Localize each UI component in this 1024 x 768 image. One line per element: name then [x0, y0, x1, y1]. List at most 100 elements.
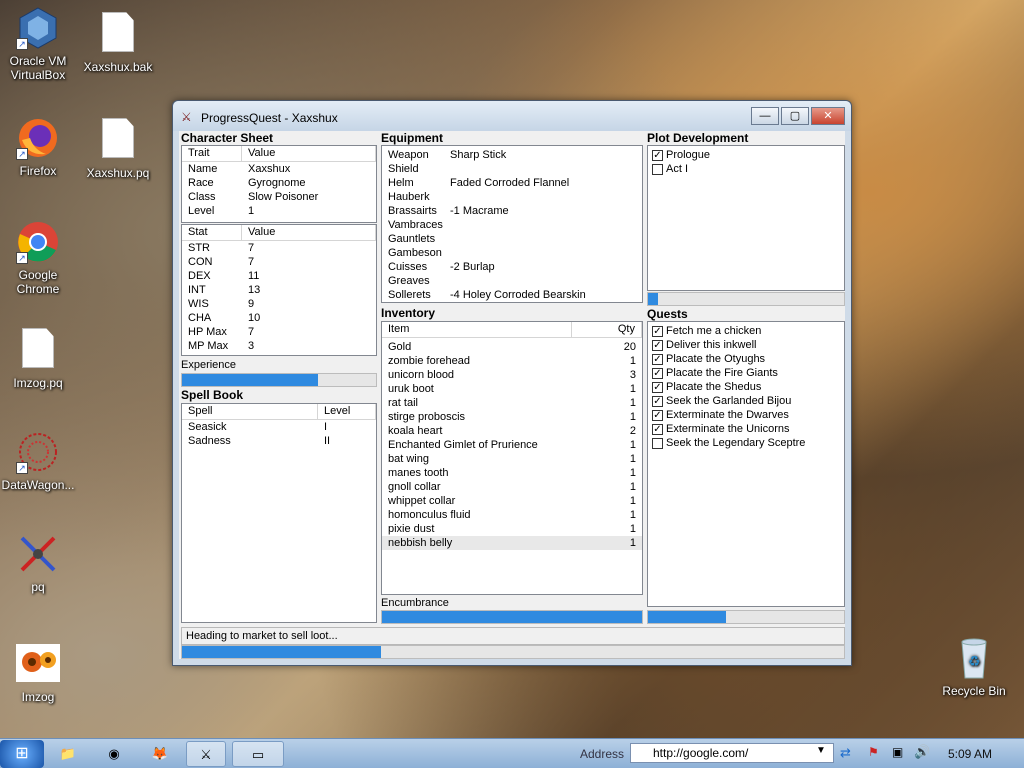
stat-row[interactable]: CON 7: [182, 255, 376, 269]
inventory-row[interactable]: pixie dust 1: [382, 522, 642, 536]
checkbox[interactable]: ✓: [652, 395, 663, 407]
inventory-row[interactable]: stirge proboscis 1: [382, 410, 642, 424]
firefox-taskbar-icon[interactable]: 🦊: [140, 741, 180, 767]
quest-row[interactable]: ✓ Placate the Fire Giants: [648, 366, 844, 380]
checkbox[interactable]: ✓: [652, 353, 663, 365]
desktop-icon-imzog[interactable]: Imzog: [0, 642, 76, 704]
checkbox[interactable]: ✓: [652, 149, 663, 161]
inventory-row[interactable]: unicorn blood 3: [382, 368, 642, 382]
equipment-row[interactable]: Brassairts -1 Macrame: [382, 204, 642, 218]
checkbox[interactable]: ✓: [652, 423, 663, 435]
spell-row[interactable]: Seasick I: [182, 420, 376, 434]
terminal-taskbar-icon[interactable]: ▭: [232, 741, 284, 767]
desktop-icon-virtualbox[interactable]: ↗ Oracle VM VirtualBox: [0, 6, 76, 82]
network-icon[interactable]: ▣: [892, 745, 903, 759]
equipment-row[interactable]: Greaves: [382, 274, 642, 288]
trait-row[interactable]: Class Slow Poisoner: [182, 190, 376, 204]
inventory-row[interactable]: whippet collar 1: [382, 494, 642, 508]
checkbox[interactable]: ✓: [652, 409, 663, 421]
equipment-row[interactable]: Shield: [382, 162, 642, 176]
quest-row[interactable]: ✓ Exterminate the Dwarves: [648, 408, 844, 422]
plot-act-row[interactable]: Act I: [648, 162, 844, 176]
column-header-value[interactable]: Value: [242, 225, 376, 240]
column-header-trait[interactable]: Trait: [182, 146, 242, 161]
traits-list[interactable]: Trait Value Name Xaxshux Race Gyrognome Clas…: [181, 145, 377, 223]
column-header-level[interactable]: Level: [318, 404, 376, 419]
inventory-row[interactable]: Gold 20: [382, 340, 642, 354]
start-button[interactable]: ⊞: [0, 740, 44, 768]
chrome-taskbar-icon[interactable]: ◉: [94, 741, 134, 767]
equipment-row[interactable]: Sollerets -4 Holey Corroded Bearskin: [382, 288, 642, 302]
refresh-icon[interactable]: ⇄: [840, 745, 851, 761]
stat-row[interactable]: MP Max 3: [182, 339, 376, 353]
inventory-row[interactable]: manes tooth 1: [382, 466, 642, 480]
quest-row[interactable]: ✓ Deliver this inkwell: [648, 338, 844, 352]
inventory-row[interactable]: gnoll collar 1: [382, 480, 642, 494]
plot-act-row[interactable]: ✓ Prologue: [648, 148, 844, 162]
minimize-button[interactable]: —: [751, 107, 779, 125]
inventory-row[interactable]: koala heart 2: [382, 424, 642, 438]
file-explorer-icon[interactable]: 📁: [48, 741, 88, 767]
column-header-qty[interactable]: Qty: [572, 322, 642, 337]
desktop-icon-xaxshux-pq[interactable]: Xaxshux.pq: [80, 116, 156, 180]
volume-icon[interactable]: 🔊: [914, 744, 930, 760]
column-header-spell[interactable]: Spell: [182, 404, 318, 419]
equipment-row[interactable]: Weapon Sharp Stick: [382, 148, 642, 162]
inventory-row[interactable]: uruk boot 1: [382, 382, 642, 396]
spell-row[interactable]: Sadness II: [182, 434, 376, 448]
inventory-row[interactable]: Enchanted Gimlet of Prurience 1: [382, 438, 642, 452]
stat-row[interactable]: HP Max 7: [182, 325, 376, 339]
checkbox[interactable]: ✓: [652, 339, 663, 351]
chevron-down-icon[interactable]: ▼: [816, 745, 826, 756]
quest-row[interactable]: ✓ Fetch me a chicken: [648, 324, 844, 338]
stat-row[interactable]: DEX 11: [182, 269, 376, 283]
progressquest-taskbar-icon[interactable]: ⚔: [186, 741, 226, 767]
column-header-value[interactable]: Value: [242, 146, 376, 161]
stat-row[interactable]: INT 13: [182, 283, 376, 297]
quest-row[interactable]: ✓ Placate the Shedus: [648, 380, 844, 394]
trait-row[interactable]: Name Xaxshux: [182, 162, 376, 176]
checkbox[interactable]: ✓: [652, 325, 663, 337]
inventory-row[interactable]: bat wing 1: [382, 452, 642, 466]
address-input[interactable]: http://google.com/: [630, 743, 834, 763]
trait-row[interactable]: Race Gyrognome: [182, 176, 376, 190]
desktop-icon-chrome[interactable]: ↗ Google Chrome: [0, 220, 76, 296]
checkbox[interactable]: [652, 437, 663, 449]
stat-row[interactable]: CHA 10: [182, 311, 376, 325]
plot-list[interactable]: ✓ Prologue Act I: [647, 145, 845, 291]
spell-list[interactable]: Spell Level Seasick I Sadness II: [181, 403, 377, 623]
stat-row[interactable]: STR 7: [182, 241, 376, 255]
equipment-row[interactable]: Gambeson: [382, 246, 642, 260]
equipment-row[interactable]: Hauberk: [382, 190, 642, 204]
stats-list[interactable]: Stat Value STR 7 CON 7 DEX 11 INT 13 WIS 9 CHA 10 HP…: [181, 224, 377, 356]
close-button[interactable]: ✕: [811, 107, 845, 125]
desktop-icon-xaxshux-bak[interactable]: Xaxshux.bak: [80, 10, 156, 74]
quest-row[interactable]: ✓ Seek the Garlanded Bijou: [648, 394, 844, 408]
inventory-row[interactable]: nebbish belly 1: [382, 536, 642, 550]
desktop-icon-recycle-bin[interactable]: ♻ Recycle Bin: [936, 636, 1012, 698]
equipment-row[interactable]: Vambraces: [382, 218, 642, 232]
checkbox[interactable]: ✓: [652, 381, 663, 393]
title-bar[interactable]: ⚔ ProgressQuest - Xaxshux — ▢ ✕: [173, 101, 851, 131]
equipment-row[interactable]: Gauntlets: [382, 232, 642, 246]
inventory-row[interactable]: homonculus fluid 1: [382, 508, 642, 522]
action-center-icon[interactable]: ⚑: [868, 745, 879, 759]
column-header-stat[interactable]: Stat: [182, 225, 242, 240]
column-header-item[interactable]: Item: [382, 322, 572, 337]
trait-row[interactable]: Level 1: [182, 204, 376, 218]
quest-row[interactable]: ✓ Exterminate the Unicorns: [648, 422, 844, 436]
inventory-row[interactable]: zombie forehead 1: [382, 354, 642, 368]
quest-row[interactable]: ✓ Placate the Otyughs: [648, 352, 844, 366]
inventory-list[interactable]: Item Qty Gold 20 zombie forehead 1 unicorn b…: [381, 321, 643, 595]
equipment-row[interactable]: Cuisses -2 Burlap: [382, 260, 642, 274]
desktop-icon-imzog-pq[interactable]: Imzog.pq: [0, 326, 76, 390]
desktop-icon-datawagon[interactable]: ↗ DataWagon...: [0, 430, 76, 492]
desktop-icon-firefox[interactable]: ↗ Firefox: [0, 116, 76, 178]
checkbox[interactable]: ✓: [652, 367, 663, 379]
inventory-row[interactable]: rat tail 1: [382, 396, 642, 410]
quest-row[interactable]: Seek the Legendary Sceptre: [648, 436, 844, 450]
quests-list[interactable]: ✓ Fetch me a chicken ✓ Deliver this inkwell…: [647, 321, 845, 607]
desktop-icon-pq[interactable]: pq: [0, 532, 76, 594]
stat-row[interactable]: WIS 9: [182, 297, 376, 311]
equipment-list[interactable]: Weapon Sharp Stick Shield Helm Faded Corrode…: [381, 145, 643, 303]
